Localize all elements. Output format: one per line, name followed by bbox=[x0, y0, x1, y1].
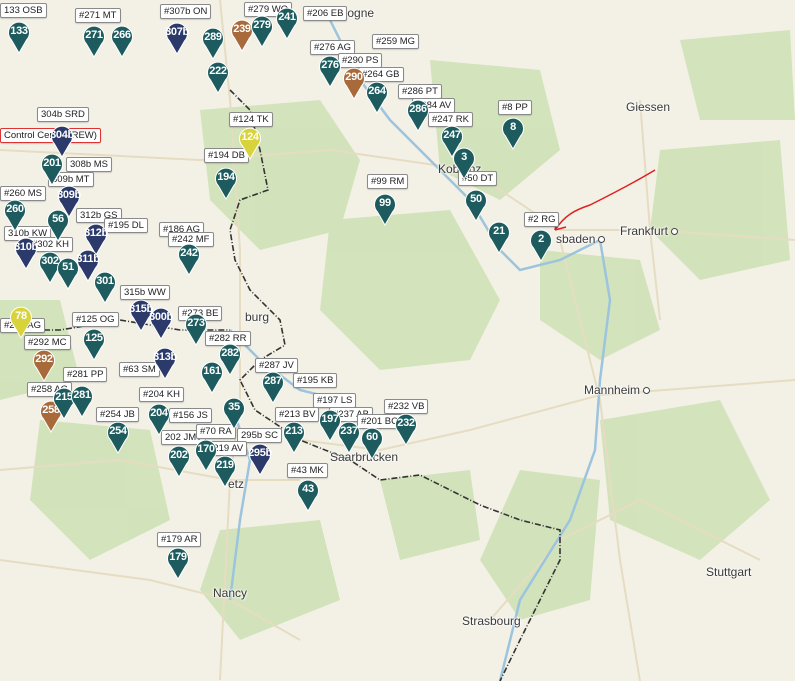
map-pin[interactable]: 78 bbox=[8, 305, 34, 339]
map-pin[interactable]: 56 bbox=[45, 208, 71, 242]
map-pin[interactable]: 179 bbox=[165, 546, 191, 580]
station-tag[interactable]: #195 DL bbox=[104, 218, 148, 233]
map-pin[interactable]: 2 bbox=[528, 228, 554, 262]
map-pin[interactable]: 286 bbox=[405, 98, 431, 132]
map-pin[interactable]: 219 bbox=[212, 454, 238, 488]
station-tag[interactable]: #99 RM bbox=[367, 174, 409, 189]
city-label-mannheim: Mannheim bbox=[584, 383, 651, 397]
station-tag[interactable]: #195 KB bbox=[293, 373, 338, 388]
map-pin[interactable]: 271 bbox=[81, 24, 107, 58]
city-label-strasbourg: Strasbourg bbox=[462, 614, 521, 628]
map-pin[interactable]: 254 bbox=[105, 420, 131, 454]
station-tag[interactable]: #281 PP bbox=[63, 367, 108, 382]
map-pin[interactable]: 313b bbox=[152, 346, 178, 380]
map-pin[interactable]: 133 bbox=[6, 20, 32, 54]
map-pin[interactable]: 307b bbox=[164, 21, 190, 55]
map-pin[interactable]: 276 bbox=[317, 54, 343, 88]
map-pin[interactable]: 279 bbox=[249, 14, 275, 48]
map-pin[interactable]: 201 bbox=[39, 152, 65, 186]
map-pin[interactable]: 273 bbox=[183, 312, 209, 346]
map-pin[interactable]: 161 bbox=[199, 360, 225, 394]
station-tag[interactable]: #125 OG bbox=[72, 312, 119, 327]
map-pin[interactable]: 35 bbox=[221, 396, 247, 430]
city-label-luxembourg: burg bbox=[245, 310, 270, 324]
station-tag[interactable]: #156 JS bbox=[169, 408, 212, 423]
map-pin[interactable]: 242 bbox=[176, 242, 202, 276]
station-tag[interactable]: 133 OSB bbox=[0, 3, 47, 18]
city-label-frankfurt: Frankfurt bbox=[620, 224, 679, 238]
map-pin[interactable]: 202 bbox=[166, 444, 192, 478]
map-pin[interactable]: 60 bbox=[359, 426, 385, 460]
station-tag[interactable]: 304b SRD bbox=[37, 107, 89, 122]
station-tag[interactable]: #307b ON bbox=[160, 4, 212, 19]
station-tag[interactable]: #271 MT bbox=[75, 8, 121, 23]
station-tag[interactable]: #124 TK bbox=[229, 112, 273, 127]
map-pin[interactable]: 51 bbox=[55, 256, 81, 290]
station-tag[interactable]: #197 LS bbox=[313, 393, 357, 408]
map-pin[interactable]: 300b bbox=[148, 306, 174, 340]
station-tag[interactable]: #179 AR bbox=[157, 532, 202, 547]
city-label-wiesbaden: sbaden bbox=[556, 232, 606, 246]
city-label-giessen: Giessen bbox=[626, 100, 671, 114]
map-pin[interactable]: 124 bbox=[237, 126, 263, 160]
map-pin[interactable]: 50 bbox=[463, 188, 489, 222]
map-pin[interactable]: 232 bbox=[393, 412, 419, 446]
map-pin[interactable]: 260 bbox=[2, 198, 28, 232]
map-pin[interactable]: 310b bbox=[13, 236, 39, 270]
map-pin[interactable]: 301 bbox=[92, 270, 118, 304]
city-label-nancy: Nancy bbox=[213, 586, 248, 600]
station-tag[interactable]: 308b MS bbox=[66, 157, 113, 172]
station-tag[interactable]: #206 EB bbox=[303, 6, 348, 21]
map-pin[interactable]: 8 bbox=[500, 116, 526, 150]
map-view[interactable]: ologne Giessen Koblenz sbaden Frankfurt … bbox=[0, 0, 795, 681]
map-pin[interactable]: 125 bbox=[81, 327, 107, 361]
map-pin[interactable]: 292 bbox=[31, 348, 57, 382]
map-pin[interactable]: 3 bbox=[451, 146, 477, 180]
map-pin[interactable]: 99 bbox=[372, 192, 398, 226]
map-pin[interactable]: 213 bbox=[281, 420, 307, 454]
station-tag[interactable]: #259 MG bbox=[372, 34, 420, 49]
station-tag[interactable]: #286 PT bbox=[398, 84, 442, 99]
map-pin[interactable]: 266 bbox=[109, 24, 135, 58]
map-pin[interactable]: 281 bbox=[69, 384, 95, 418]
map-pin[interactable]: 241 bbox=[274, 6, 300, 40]
station-tag[interactable]: #8 PP bbox=[498, 100, 532, 115]
station-tag[interactable]: #2 RG bbox=[524, 212, 560, 227]
city-label-stuttgart: Stuttgart bbox=[706, 565, 752, 579]
map-pin[interactable]: 21 bbox=[486, 220, 512, 254]
map-pin[interactable]: 194 bbox=[213, 166, 239, 200]
map-pin[interactable]: 289 bbox=[200, 26, 226, 60]
map-pin[interactable]: 287 bbox=[260, 370, 286, 404]
map-base-layer bbox=[0, 0, 795, 681]
map-pin[interactable]: 204 bbox=[146, 402, 172, 436]
map-pin[interactable]: 295b bbox=[247, 442, 273, 476]
station-tag[interactable]: #43 MK bbox=[287, 463, 328, 478]
map-pin[interactable]: 264 bbox=[364, 80, 390, 114]
map-pin[interactable]: 43 bbox=[295, 478, 321, 512]
map-pin[interactable]: 222 bbox=[205, 60, 231, 94]
station-tag[interactable]: #204 KH bbox=[139, 387, 184, 402]
